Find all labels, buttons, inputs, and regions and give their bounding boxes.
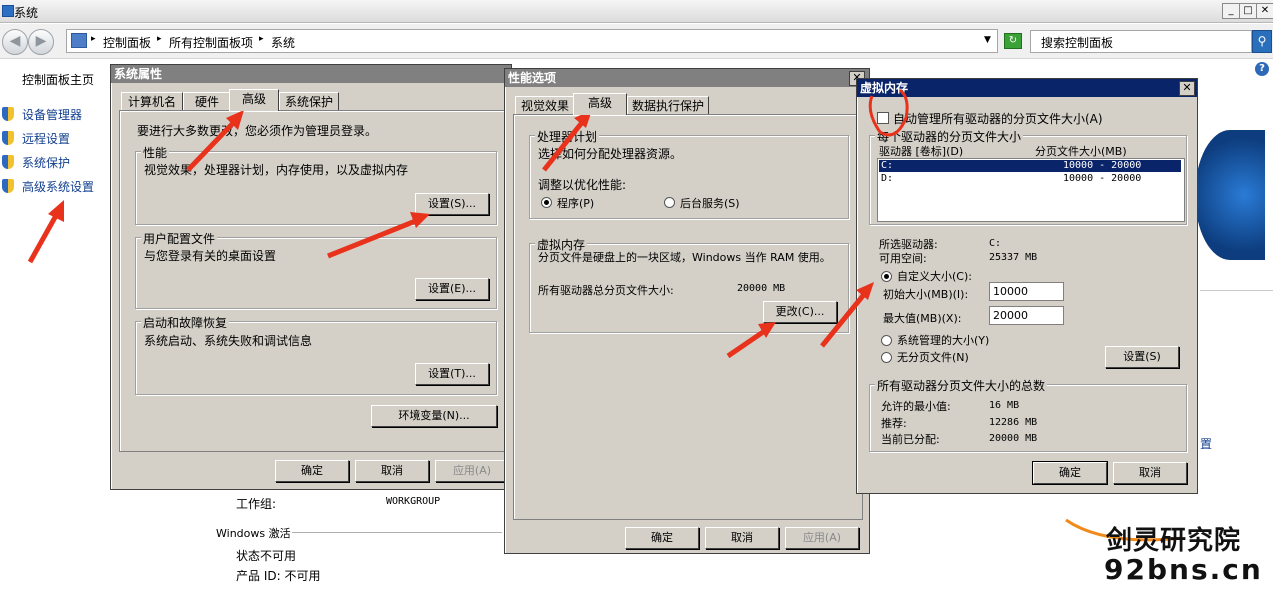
annotation-arrow [542,110,592,172]
watermark-title: 剑灵研究院 [1106,526,1242,556]
annotation-arrow [186,110,244,172]
annotation-overlay [27,88,909,359]
annotation-arrow [820,282,874,348]
annotation-arrow [327,212,430,259]
tab-advanced[interactable]: 高级 [573,93,627,115]
annotation-arrow [726,322,776,359]
annotation-circle [868,88,909,137]
annotation-arrow [27,200,64,264]
tab-advanced[interactable]: 高级 [229,89,279,111]
watermark-url: 92bns.cn [1104,553,1263,586]
